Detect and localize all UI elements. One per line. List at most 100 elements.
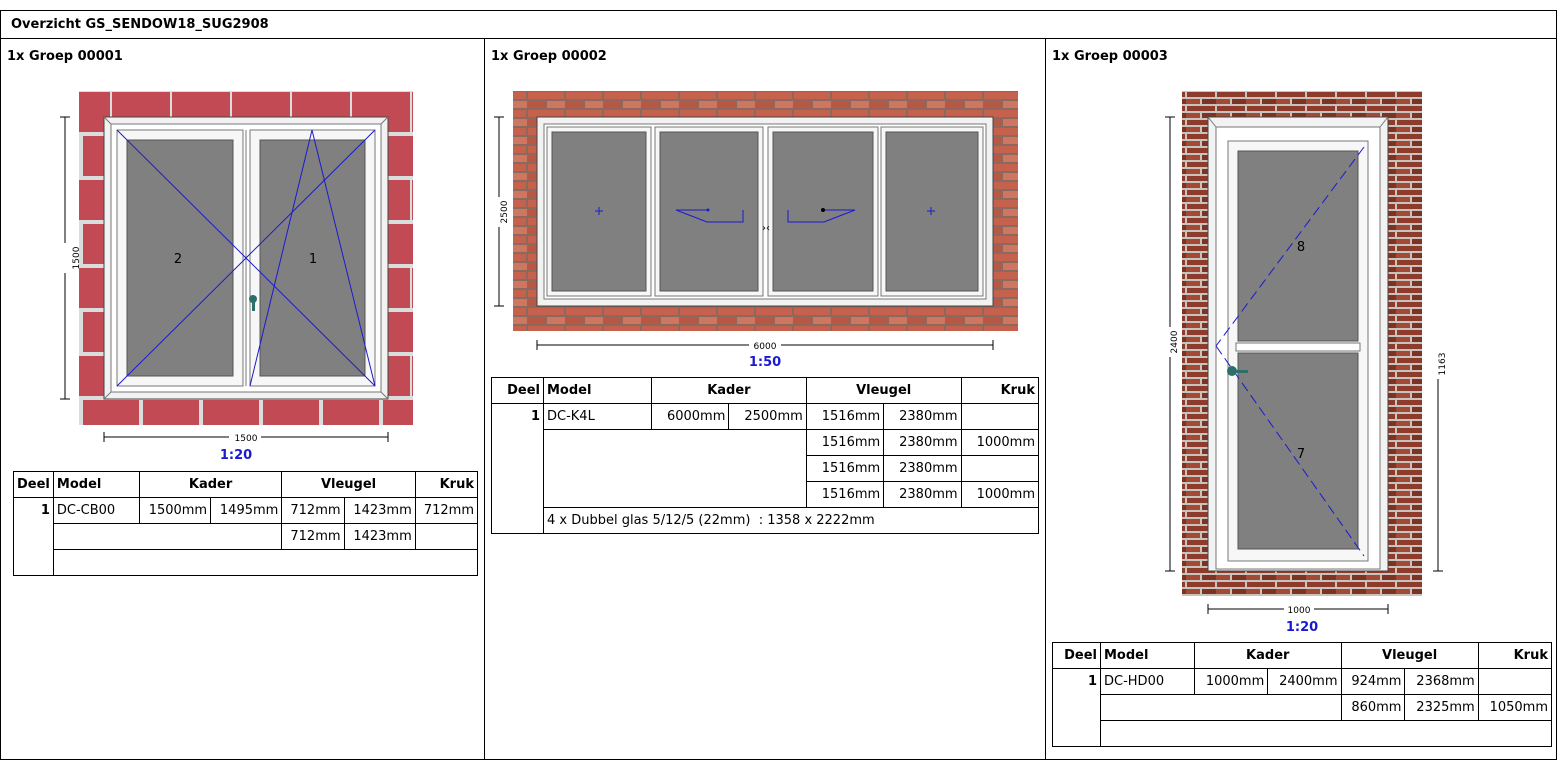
note-cell [1100,720,1552,747]
vleugel-height-cell: 2380mm [883,403,962,430]
col-header-model: Model [1100,642,1195,669]
group-title: 1x Groep 00002 [491,49,607,64]
deel-cell [491,481,544,508]
note-cell [52,549,479,576]
kruk-cell [1477,668,1553,695]
vleugel-width-cell: 1516mm [805,403,885,430]
deel-cell [491,507,544,534]
table-row: 712mm 1423mm [13,523,479,550]
group-title: 1x Groep 00001 [7,49,123,64]
col-header-vleugel: Vleugel [1340,642,1479,669]
table-row [13,549,479,576]
table-row: 1516mm 2380mm 1000mm [491,429,1040,508]
table-row: 4 x Dubbel glas 5/12/5 (22mm) : 1358 x 2… [491,507,1039,534]
deel-cell [13,523,54,550]
lock-icon: ›‹ [762,223,770,234]
kader-width-cell: 1500mm [138,497,212,524]
group-panel-2: 1x Groep 00002 2500 ›‹ 6000 1:50 Deel Mo… [485,39,1046,759]
col-header-kruk: Kruk [960,377,1040,404]
table-row: 860mm 2325mm 1050mm [1052,694,1553,721]
height-dimension: 2500 [500,200,510,223]
group-panel-1: 1x Groep 00001 1500 2 1 1500 1:20 Deel M… [1,39,485,759]
kruk-cell [960,403,1040,430]
sash-label-right: 1 [309,252,317,267]
model-cell [543,429,807,508]
table-row [1052,720,1552,747]
kader-width-cell: 1000mm [1193,668,1269,695]
vleugel-height-cell: 2368mm [1404,668,1479,695]
col-header-model: Model [52,471,140,498]
vleugel-width-cell: 1516mm [805,481,885,508]
sash-label-left: 2 [174,252,182,267]
group-title: 1x Groep 00003 [1052,49,1168,64]
kader-width-cell: 6000mm [650,403,730,430]
door-drawing-3: 2400 1163 8 7 1000 [1163,91,1448,616]
vleugel-height-cell: 2380mm [883,455,962,482]
col-header-kruk: Kruk [1477,642,1553,669]
kruk-cell [414,523,479,550]
col-header-deel: Deel [1052,642,1101,669]
deel-cell: 1 [491,403,544,430]
vleugel-width-cell: 924mm [1340,668,1406,695]
model-cell: DC-CB00 [52,497,140,524]
deel-cell [13,549,54,576]
model-cell [1100,694,1342,721]
kader-height-cell: 2400mm [1267,668,1342,695]
kader-height-cell: 2500mm [728,403,807,430]
table-row: 1 DC-CB00 1500mm 1495mm 712mm 1423mm 712… [13,497,479,524]
deel-cell: 1 [13,497,54,524]
vleugel-width-cell: 712mm [281,523,345,550]
vleugel-height-cell: 2380mm [883,429,962,456]
spec-table-2: Deel Model Kader Vleugel Kruk 1 DC-K4L 6… [491,377,1040,534]
col-header-vleugel: Vleugel [805,377,962,404]
height-dimension: 2400 [1170,330,1180,353]
model-cell: DC-HD00 [1100,668,1195,695]
col-header-kader: Kader [651,377,807,404]
scale-label: 1:50 [748,355,782,370]
height-dimension: 1500 [72,246,82,269]
col-header-vleugel: Vleugel [281,471,416,498]
table-row: 1 DC-K4L 6000mm 2500mm 1516mm 2380mm [491,403,1040,430]
deel-cell: 1 [1052,668,1101,695]
vleugel-height-cell: 2325mm [1404,694,1479,721]
vleugel-width-cell: 1516mm [805,429,885,456]
vleugel-height-cell: 1423mm [343,497,416,524]
panel-label-top: 8 [1297,240,1305,255]
kruk-cell: 1050mm [1477,694,1553,721]
handle-height-dimension: 1163 [1438,353,1448,376]
overview-sheet: Overzicht GS_SENDOW18_SUG2908 1x Groep 0… [0,10,1557,760]
window-drawing-1: 1500 2 1 1500 [59,91,413,444]
scale-label: 1:20 [219,448,253,463]
deel-cell [1052,720,1101,747]
vleugel-height-cell: 2380mm [883,481,962,508]
deel-cell [491,429,544,456]
page-title: Overzicht GS_SENDOW18_SUG2908 [1,11,1556,39]
col-header-kader: Kader [1194,642,1342,669]
spec-table-1: Deel Model Kader Vleugel Kruk 1 DC-CB00 … [13,471,479,576]
model-cell [52,523,283,550]
kruk-cell: 712mm [414,497,479,524]
kruk-cell [960,455,1040,482]
panel-label-bottom: 7 [1297,447,1305,462]
kader-height-cell: 1495mm [210,497,283,524]
window-drawing-2: 2500 ›‹ 6000 [493,91,1018,352]
col-header-kader: Kader [138,471,283,498]
glass-note: 4 x Dubbel glas 5/12/5 (22mm) : 1358 x 2… [543,507,1039,534]
deel-cell [1052,694,1101,721]
col-header-model: Model [543,377,652,404]
table-row: 1 DC-HD00 1000mm 2400mm 924mm 2368mm [1052,668,1553,695]
deel-cell [491,455,544,482]
kruk-cell: 1000mm [960,429,1040,456]
spec-table-3: Deel Model Kader Vleugel Kruk 1 DC-HD00 … [1052,642,1553,747]
vleugel-height-cell: 1423mm [343,523,416,550]
scale-label: 1:20 [1285,620,1319,635]
width-dimension: 6000 [754,342,777,352]
vleugel-width-cell: 860mm [1340,694,1406,721]
vleugel-width-cell: 1516mm [805,455,885,482]
width-dimension: 1000 [1288,606,1311,616]
col-header-kruk: Kruk [414,471,479,498]
model-cell: DC-K4L [543,403,652,430]
group-panel-3: 1x Groep 00003 2400 1163 8 7 1000 1:20 D… [1046,39,1556,759]
col-header-deel: Deel [13,471,54,498]
kruk-cell: 1000mm [960,481,1040,508]
